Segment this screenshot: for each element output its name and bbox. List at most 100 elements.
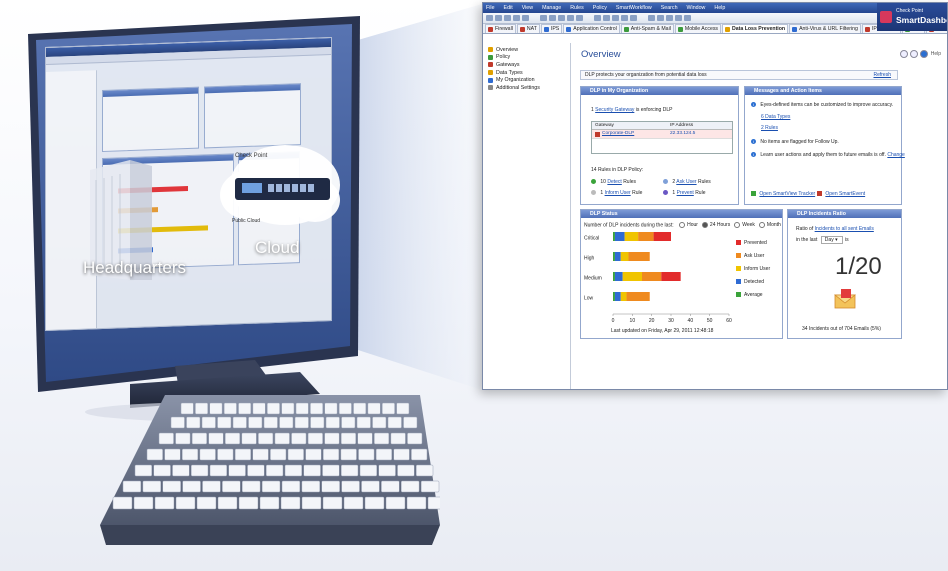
toolbar-button[interactable] [630,15,637,21]
ask-user-link[interactable]: Ask User [676,179,696,185]
sidebar-item-policy[interactable]: Policy [483,54,570,62]
menu-item[interactable]: Manage [542,5,561,11]
menu-item[interactable]: View [522,5,533,11]
tab-anti-spam-mail[interactable]: Anti-Spam & Mail [620,24,674,33]
sidebar-item-overview[interactable]: Overview [483,46,570,54]
keyboard-key [232,416,247,429]
toolbar-button[interactable] [549,15,556,21]
help-icon[interactable] [919,50,928,58]
bar-segment [653,232,671,241]
toolbar-button[interactable] [522,15,529,21]
info-icon: i [751,139,756,145]
toolbar-button[interactable] [603,15,610,21]
detect-icon [591,179,596,185]
menu-item[interactable]: File [486,5,495,11]
keyboard-key [201,416,216,429]
sidebar-item-my-organization[interactable]: My Organization [483,76,570,84]
toolbar-button[interactable] [558,15,565,21]
keyboard-key [241,432,257,445]
sidebar-item-data-types[interactable]: Data Types [483,69,570,77]
menu-item[interactable]: SmartWorkflow [616,5,652,11]
toolbar-button[interactable] [540,15,547,21]
keyboard-key [341,464,359,477]
keyboard-key [372,416,387,429]
menu-item[interactable]: Help [714,5,725,11]
toolbar-button[interactable] [495,15,502,21]
ratio-footer: 34 Incidents out of 704 Emails (5%) [802,326,881,332]
bar-segment [620,252,629,261]
ask-rules: 2 Ask User Rules [663,179,711,185]
smartview-tracker-link[interactable]: Open SmartView Tracker [759,191,815,197]
data-types-link[interactable]: 6 Data Types [761,114,790,120]
period-dropdown[interactable]: Day ▾ [820,236,843,244]
sidebar-item-gateways[interactable]: Gateways [483,61,570,69]
keyboard-key [323,448,340,461]
sidebar-icon [488,70,493,76]
toolbar-button[interactable] [675,15,682,21]
tab-firewall[interactable]: Firewall [485,24,516,33]
incidents-emails-link[interactable]: Incidents to all sent Emails [815,226,874,232]
tab-data-loss-prevention[interactable]: Data Loss Prevention [722,24,789,33]
keyboard-key [238,402,252,415]
toolbar-button[interactable] [621,15,628,21]
detect-link[interactable]: Detect [607,179,621,185]
rules-link[interactable]: 2 Rules [761,125,778,131]
keyboard-key [324,432,340,445]
tab-icon [864,26,870,32]
toolbar-button[interactable] [486,15,493,21]
cloud-brand-label: Check Point [235,153,268,159]
back-icon[interactable] [899,50,908,58]
toolbar-button[interactable] [693,15,700,21]
toolbar-button[interactable] [585,15,592,21]
tab-anti-virus-url-filtering[interactable]: Anti-Virus & URL Filtering [789,24,861,33]
smartevent-link[interactable]: Open SmartEvent [825,191,865,197]
tab-ips[interactable]: IPS [540,24,563,33]
toolbar-button[interactable] [576,15,583,21]
keyboard-key [390,432,406,445]
toolbar-button[interactable] [504,15,511,21]
detect-count: 10 [600,179,606,185]
inform-user-link[interactable]: Inform User [605,190,631,196]
mail-envelope-icon [833,289,857,309]
refresh-link[interactable]: Refresh [873,71,891,79]
toolbar-button[interactable] [639,15,646,21]
menu-item[interactable]: Policy [593,5,607,11]
cloud-label: Cloud [255,238,300,257]
toolbar-button[interactable] [648,15,655,21]
keyboard-key [295,402,309,415]
sidebar-icon [488,62,493,68]
security-gateway-link[interactable]: Security Gateway [595,107,634,113]
smartevent-action: Open SmartEvent [817,191,865,197]
menu-item[interactable]: Rules [570,5,584,11]
table-row[interactable]: Corporate-DLP 22.33.124.5 [592,130,732,138]
help-link[interactable]: Help [931,51,941,57]
tab-label: NAT [526,26,537,32]
menu-item[interactable]: Window [687,5,706,11]
gateway-name[interactable]: Corporate-DLP [602,130,634,138]
change-link[interactable]: Change [887,152,905,158]
gateway-suffix: is enforcing DLP [635,107,673,113]
toolbar-button[interactable] [612,15,619,21]
tab-application-control[interactable]: Application Control [563,24,620,33]
menu-item[interactable]: Edit [504,5,513,11]
toolbar-button[interactable] [657,15,664,21]
prevent-link[interactable]: Prevent [677,190,694,196]
tracker-action: Open SmartView Tracker [751,191,815,197]
keyboard-key [322,464,340,477]
toolbar-button[interactable] [513,15,520,21]
sidebar-item-label: Overview [496,46,519,53]
keyboard-key [274,432,290,445]
sidebar-item-additional-settings[interactable]: Additional Settings [483,84,570,92]
tab-mobile-access[interactable]: Mobile Access [674,24,722,33]
toolbar-button[interactable] [594,15,601,21]
tab-nat[interactable]: NAT [516,24,540,33]
toolbar-button[interactable] [531,15,538,21]
toolbar-button[interactable] [666,15,673,21]
toolbar-button[interactable] [684,15,691,21]
forward-icon[interactable] [909,50,918,58]
keyboard-key [175,432,191,445]
toolbar-button[interactable] [567,15,574,21]
legend-label: Prevented [744,239,767,246]
menu-item[interactable]: Search [661,5,678,11]
keyboard-key [397,464,415,477]
